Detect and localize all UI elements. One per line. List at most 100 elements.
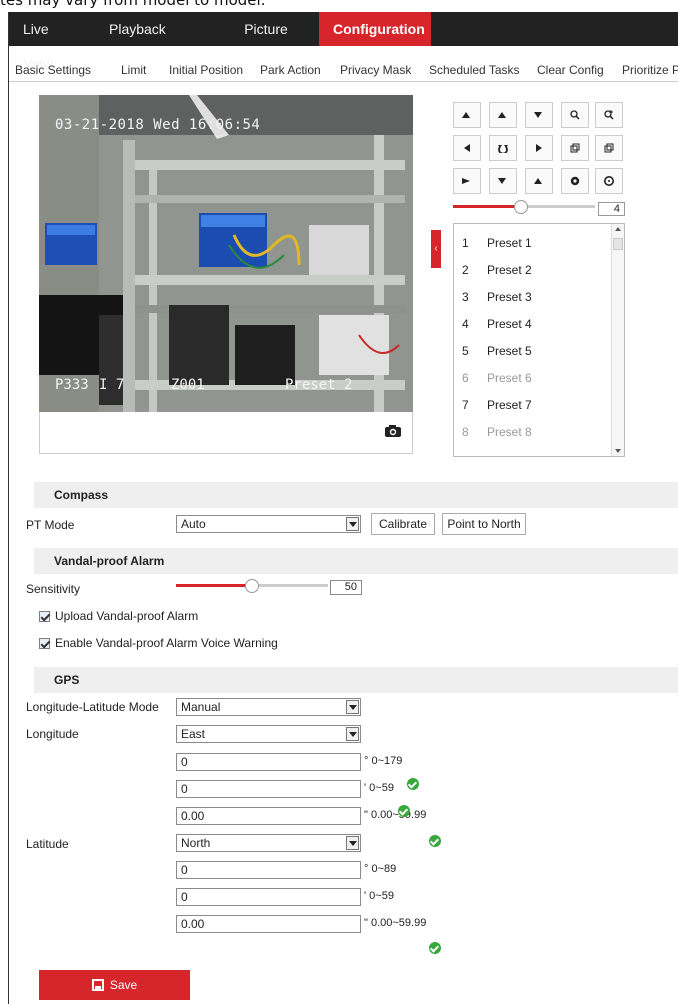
- upload-alarm-checkbox[interactable]: [39, 611, 50, 622]
- latitude-direction-select[interactable]: North: [176, 834, 361, 852]
- compass-section-header: Compass: [34, 482, 678, 508]
- tab-scheduled-tasks[interactable]: Scheduled Tasks: [429, 63, 520, 77]
- nav-configuration[interactable]: Configuration: [319, 12, 431, 46]
- preset-name: Preset 1: [487, 236, 532, 250]
- valid-check-icon: [429, 942, 441, 954]
- video-scene: [39, 95, 413, 412]
- longitude-direction-select[interactable]: East: [176, 725, 361, 743]
- preset-item[interactable]: 2 Preset 2: [454, 256, 610, 283]
- ptz-subtabs: Basic Settings Limit Initial Position Pa…: [9, 56, 678, 82]
- calibrate-button[interactable]: Calibrate: [371, 513, 435, 535]
- preset-name: Preset 6: [487, 371, 532, 385]
- voice-warning-label: Enable Vandal-proof Alarm Voice Warning: [55, 636, 278, 650]
- save-icon: [91, 979, 104, 991]
- longitude-minutes-range: ' 0~59: [364, 782, 394, 794]
- chevron-down-icon: [346, 727, 359, 741]
- video-overlay-code: Z001: [171, 377, 205, 393]
- nav-live-view[interactable]: Live View: [9, 12, 95, 71]
- collapse-panel-button[interactable]: ‹: [431, 230, 441, 268]
- video-preset-overlay: Preset 2: [285, 377, 353, 393]
- focus-near-icon[interactable]: [561, 135, 589, 161]
- video-toolbar: [39, 412, 413, 454]
- nav-picture[interactable]: Picture: [213, 12, 319, 46]
- caption-text: tes may vary from model to model.: [0, 0, 266, 9]
- preset-number: 1: [462, 236, 469, 250]
- preset-number: 5: [462, 344, 469, 358]
- sensitivity-slider[interactable]: [176, 579, 328, 593]
- iris-close-icon[interactable]: [561, 168, 589, 194]
- arrow-up-icon[interactable]: [489, 102, 517, 128]
- preset-name: Preset 4: [487, 317, 532, 331]
- lon-lat-mode-value: Manual: [181, 700, 221, 714]
- chevron-down-icon: [346, 517, 359, 531]
- longitude-degrees-range: ° 0~179: [364, 755, 403, 767]
- latitude-direction-value: North: [181, 836, 211, 850]
- longitude-seconds-input[interactable]: 0.00: [176, 807, 361, 825]
- tab-clear-config[interactable]: Clear Config: [537, 63, 604, 77]
- preset-item[interactable]: 4 Preset 4: [454, 310, 610, 337]
- arrow-up-right-icon[interactable]: [525, 102, 553, 128]
- pt-mode-value: Auto: [181, 517, 206, 531]
- tab-limit[interactable]: Limit: [121, 63, 146, 77]
- focus-far-icon[interactable]: [595, 135, 623, 161]
- iris-open-icon[interactable]: [595, 168, 623, 194]
- arrow-left-icon[interactable]: [453, 135, 481, 161]
- longitude-degrees-input[interactable]: 0: [176, 753, 361, 771]
- preset-item[interactable]: 6 Preset 6: [454, 364, 610, 391]
- valid-check-icon: [429, 835, 441, 847]
- sensitivity-value[interactable]: 50: [330, 580, 362, 595]
- longitude-direction-value: East: [181, 727, 206, 741]
- preset-scrollbar[interactable]: [611, 224, 624, 456]
- pt-mode-label: PT Mode: [26, 518, 75, 532]
- chevron-down-icon: [346, 836, 359, 850]
- pt-mode-select[interactable]: Auto: [176, 515, 361, 533]
- longitude-minutes-input[interactable]: 0: [176, 780, 361, 798]
- lon-lat-mode-label: Longitude-Latitude Mode: [26, 700, 159, 714]
- latitude-minutes-range: ' 0~59: [364, 890, 394, 902]
- tab-prioritize-pt[interactable]: Prioritize PT: [622, 63, 678, 77]
- preset-item[interactable]: 8 Preset 8: [454, 418, 610, 445]
- tab-park-action[interactable]: Park Action: [260, 63, 321, 77]
- ptz-speed-value: 4: [598, 202, 625, 216]
- latitude-seconds-input[interactable]: 0.00: [176, 915, 361, 933]
- preset-name: Preset 5: [487, 344, 532, 358]
- camera-icon[interactable]: [384, 424, 402, 438]
- arrow-down-icon[interactable]: [489, 168, 517, 194]
- gps-section-header: GPS: [34, 667, 678, 693]
- arrow-up-left-icon[interactable]: [453, 102, 481, 128]
- point-to-north-button[interactable]: Point to North: [442, 513, 526, 535]
- preset-item[interactable]: 5 Preset 5: [454, 337, 610, 364]
- tab-privacy-mask[interactable]: Privacy Mask: [340, 63, 411, 77]
- latitude-degrees-input[interactable]: 0: [176, 861, 361, 879]
- preset-item[interactable]: 7 Preset 7: [454, 391, 610, 418]
- video-timestamp: 03-21-2018 Wed 16:06:54: [55, 117, 261, 133]
- valid-check-icon: [407, 778, 419, 790]
- auto-pan-icon[interactable]: [489, 135, 517, 161]
- latitude-seconds-range: " 0.00~59.99: [364, 917, 427, 929]
- preset-name: Preset 7: [487, 398, 532, 412]
- preset-item[interactable]: 1 Preset 1: [454, 229, 610, 256]
- lon-lat-mode-select[interactable]: Manual: [176, 698, 361, 716]
- ptz-speed-slider[interactable]: [453, 200, 595, 214]
- preset-number: 8: [462, 425, 469, 439]
- sensitivity-label: Sensitivity: [26, 582, 81, 596]
- nav-playback[interactable]: Playback: [95, 12, 213, 46]
- arrow-down-right-icon[interactable]: [525, 168, 553, 194]
- video-overlay-mid: I 7: [99, 377, 125, 393]
- latitude-minutes-input[interactable]: 0: [176, 888, 361, 906]
- latitude-label: Latitude: [26, 837, 69, 851]
- latitude-degrees-range: ° 0~89: [364, 863, 397, 875]
- zoom-in-icon[interactable]: [595, 102, 623, 128]
- tab-initial-position[interactable]: Initial Position: [169, 63, 243, 77]
- voice-warning-checkbox[interactable]: [39, 638, 50, 649]
- arrow-down-left-icon[interactable]: [453, 168, 481, 194]
- valid-check-icon: [398, 805, 410, 817]
- tab-basic-settings[interactable]: Basic Settings: [15, 63, 91, 77]
- zoom-out-icon[interactable]: [561, 102, 589, 128]
- save-button[interactable]: Save: [39, 970, 190, 1000]
- longitude-label: Longitude: [26, 727, 79, 741]
- arrow-right-icon[interactable]: [525, 135, 553, 161]
- preset-number: 4: [462, 317, 469, 331]
- live-video-preview[interactable]: 03-21-2018 Wed 16:06:54 P333 I 7 Z001 Pr…: [39, 95, 413, 412]
- preset-item[interactable]: 3 Preset 3: [454, 283, 610, 310]
